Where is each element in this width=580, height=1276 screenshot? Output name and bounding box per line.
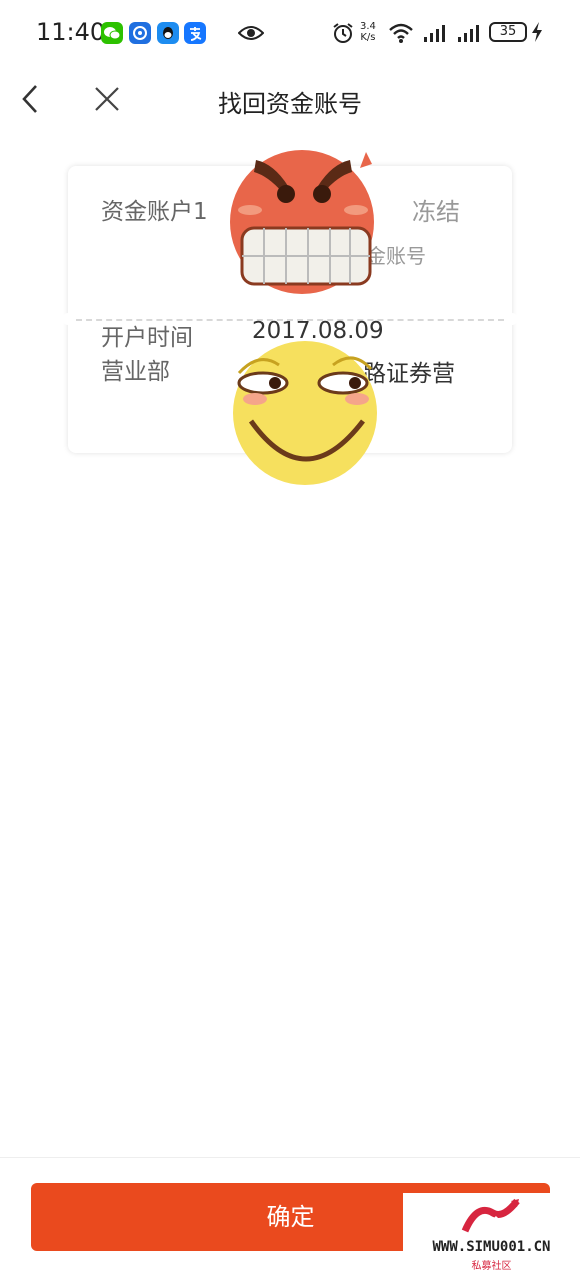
wifi-icon (388, 22, 414, 44)
nav-bar: 找回资金账号 (0, 66, 580, 132)
net-speed: 3.4 K/s (360, 21, 376, 43)
watermark-subtext: 私募社区 (471, 1261, 512, 1272)
branch-label: 营业部 (101, 359, 170, 385)
alipay-icon (184, 22, 206, 44)
charging-icon (531, 22, 543, 42)
status-badge: 冻结 (412, 198, 460, 226)
watermark-logo-icon (461, 1198, 520, 1233)
open-date-label: 开户时间 (101, 325, 193, 351)
wechat-icon (101, 22, 123, 44)
card-notch-right (506, 313, 518, 325)
page-title: 找回资金账号 (218, 90, 362, 118)
card-notch-left (62, 313, 74, 325)
status-time: 11:40 (36, 18, 106, 46)
signal-icon (423, 24, 447, 42)
net-speed-value: 3.4 (360, 21, 376, 32)
status-bar: 11:40 3.4 K/s 35 (0, 0, 580, 66)
watermark: WWW.SIMU001.CN 私募社区 (403, 1193, 580, 1275)
account-label: 资金账户1 (101, 199, 208, 225)
angry-emoji (230, 150, 374, 294)
alarm-icon (332, 22, 354, 44)
net-speed-unit: K/s (360, 32, 376, 43)
smirk-emoji (233, 341, 377, 485)
app-icon-blue (129, 22, 151, 44)
battery-icon: 35 (489, 22, 527, 42)
qq-icon (157, 22, 179, 44)
eye-icon (237, 24, 265, 42)
watermark-text: WWW.SIMU001.CN (432, 1239, 551, 1255)
signal-icon (457, 24, 481, 42)
